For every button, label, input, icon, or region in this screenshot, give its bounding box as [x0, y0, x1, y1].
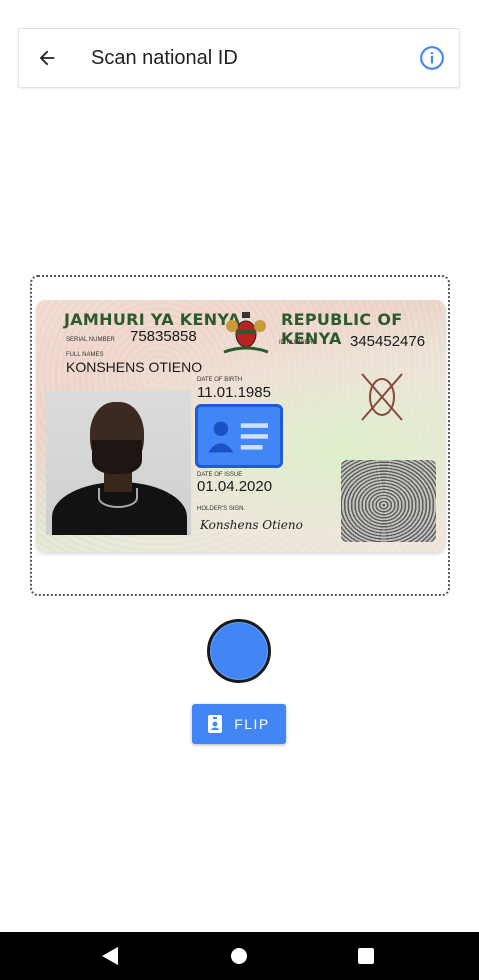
fingerprint-image: [341, 460, 436, 542]
photo-chain: [98, 488, 138, 508]
issue-date-value: 01.04.2020: [197, 478, 273, 495]
card-header-left: JAMHURI YA KENYA: [64, 310, 241, 329]
page-title: Scan national ID: [91, 46, 238, 69]
full-names-label: FULL NAMES: [66, 352, 104, 358]
nav-recent-icon[interactable]: [358, 948, 374, 964]
holder-signature: Konshens Otieno: [200, 518, 303, 532]
capture-button[interactable]: [207, 619, 271, 683]
shield-spears-emblem-icon: [361, 373, 403, 421]
arrow-back-icon: [39, 50, 55, 66]
nav-home-icon[interactable]: [231, 948, 247, 964]
nav-back-icon[interactable]: [102, 947, 118, 965]
full-name: KONSHENS OTIENO: [66, 359, 203, 375]
info-icon: [420, 46, 444, 70]
serial-label: SERIAL NUMBER: [66, 337, 115, 343]
dob-label: DATE OF BIRTH: [197, 377, 243, 383]
id-card-overlay-icon: [195, 404, 283, 468]
coat-of-arms-icon: [223, 312, 269, 354]
flip-label: FLIP: [234, 716, 270, 732]
back-button[interactable]: [19, 30, 75, 86]
serial-number: 75835858: [130, 328, 197, 345]
app-bar: Scan national ID: [18, 28, 460, 88]
id-number-label: ID NUMBER: [279, 340, 313, 346]
badge-icon: [208, 715, 223, 733]
signature-label: HOLDER'S SIGN.: [197, 506, 246, 512]
system-nav-bar: [0, 932, 479, 980]
flip-button[interactable]: FLIP: [192, 704, 286, 744]
info-button[interactable]: [419, 45, 445, 71]
photo-beard: [92, 440, 142, 474]
holder-photo: [46, 390, 191, 535]
id-number: 345452476: [350, 333, 426, 350]
dob-value: 11.01.1985: [197, 384, 271, 401]
